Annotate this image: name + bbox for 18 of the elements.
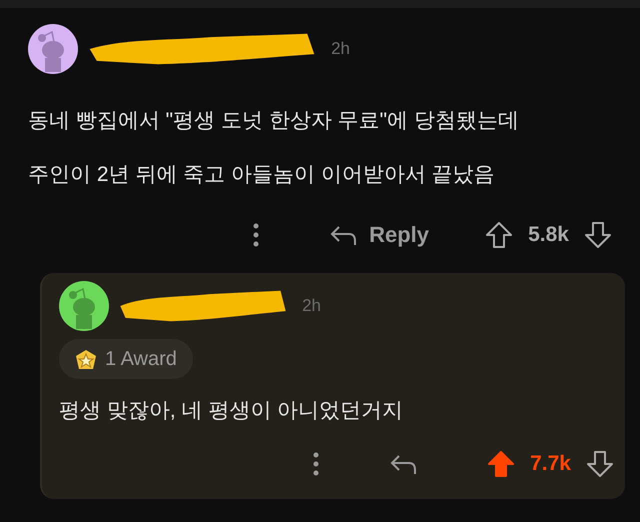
- award-badge[interactable]: 1 Award: [59, 339, 193, 379]
- downvote-icon[interactable]: [584, 221, 612, 249]
- vote-score: 5.8k: [527, 223, 570, 247]
- star-award-icon: [75, 347, 97, 371]
- comment-text: 평생 맞잖아, 네 평생이 아니었던거지: [59, 398, 404, 424]
- avatar-icon: [59, 281, 109, 331]
- avatar-icon: [28, 24, 78, 74]
- reply-button[interactable]: Reply: [329, 221, 429, 249]
- upvote-icon[interactable]: [487, 450, 515, 478]
- downvote-icon[interactable]: [586, 450, 614, 478]
- vote-score: 7.7k: [529, 452, 572, 476]
- comment-time: 2h: [331, 39, 350, 59]
- comment-text: 동네 빵집에서 "평생 도넛 한상자 무료"에 당첨됐는데: [28, 108, 520, 134]
- comment-time: 2h: [302, 296, 321, 316]
- comment-text: 주인이 2년 뒤에 죽고 아들놈이 이어받아서 끝났음: [28, 162, 496, 188]
- more-icon[interactable]: [313, 452, 319, 476]
- upvote-icon[interactable]: [485, 221, 513, 249]
- more-icon[interactable]: [253, 223, 260, 247]
